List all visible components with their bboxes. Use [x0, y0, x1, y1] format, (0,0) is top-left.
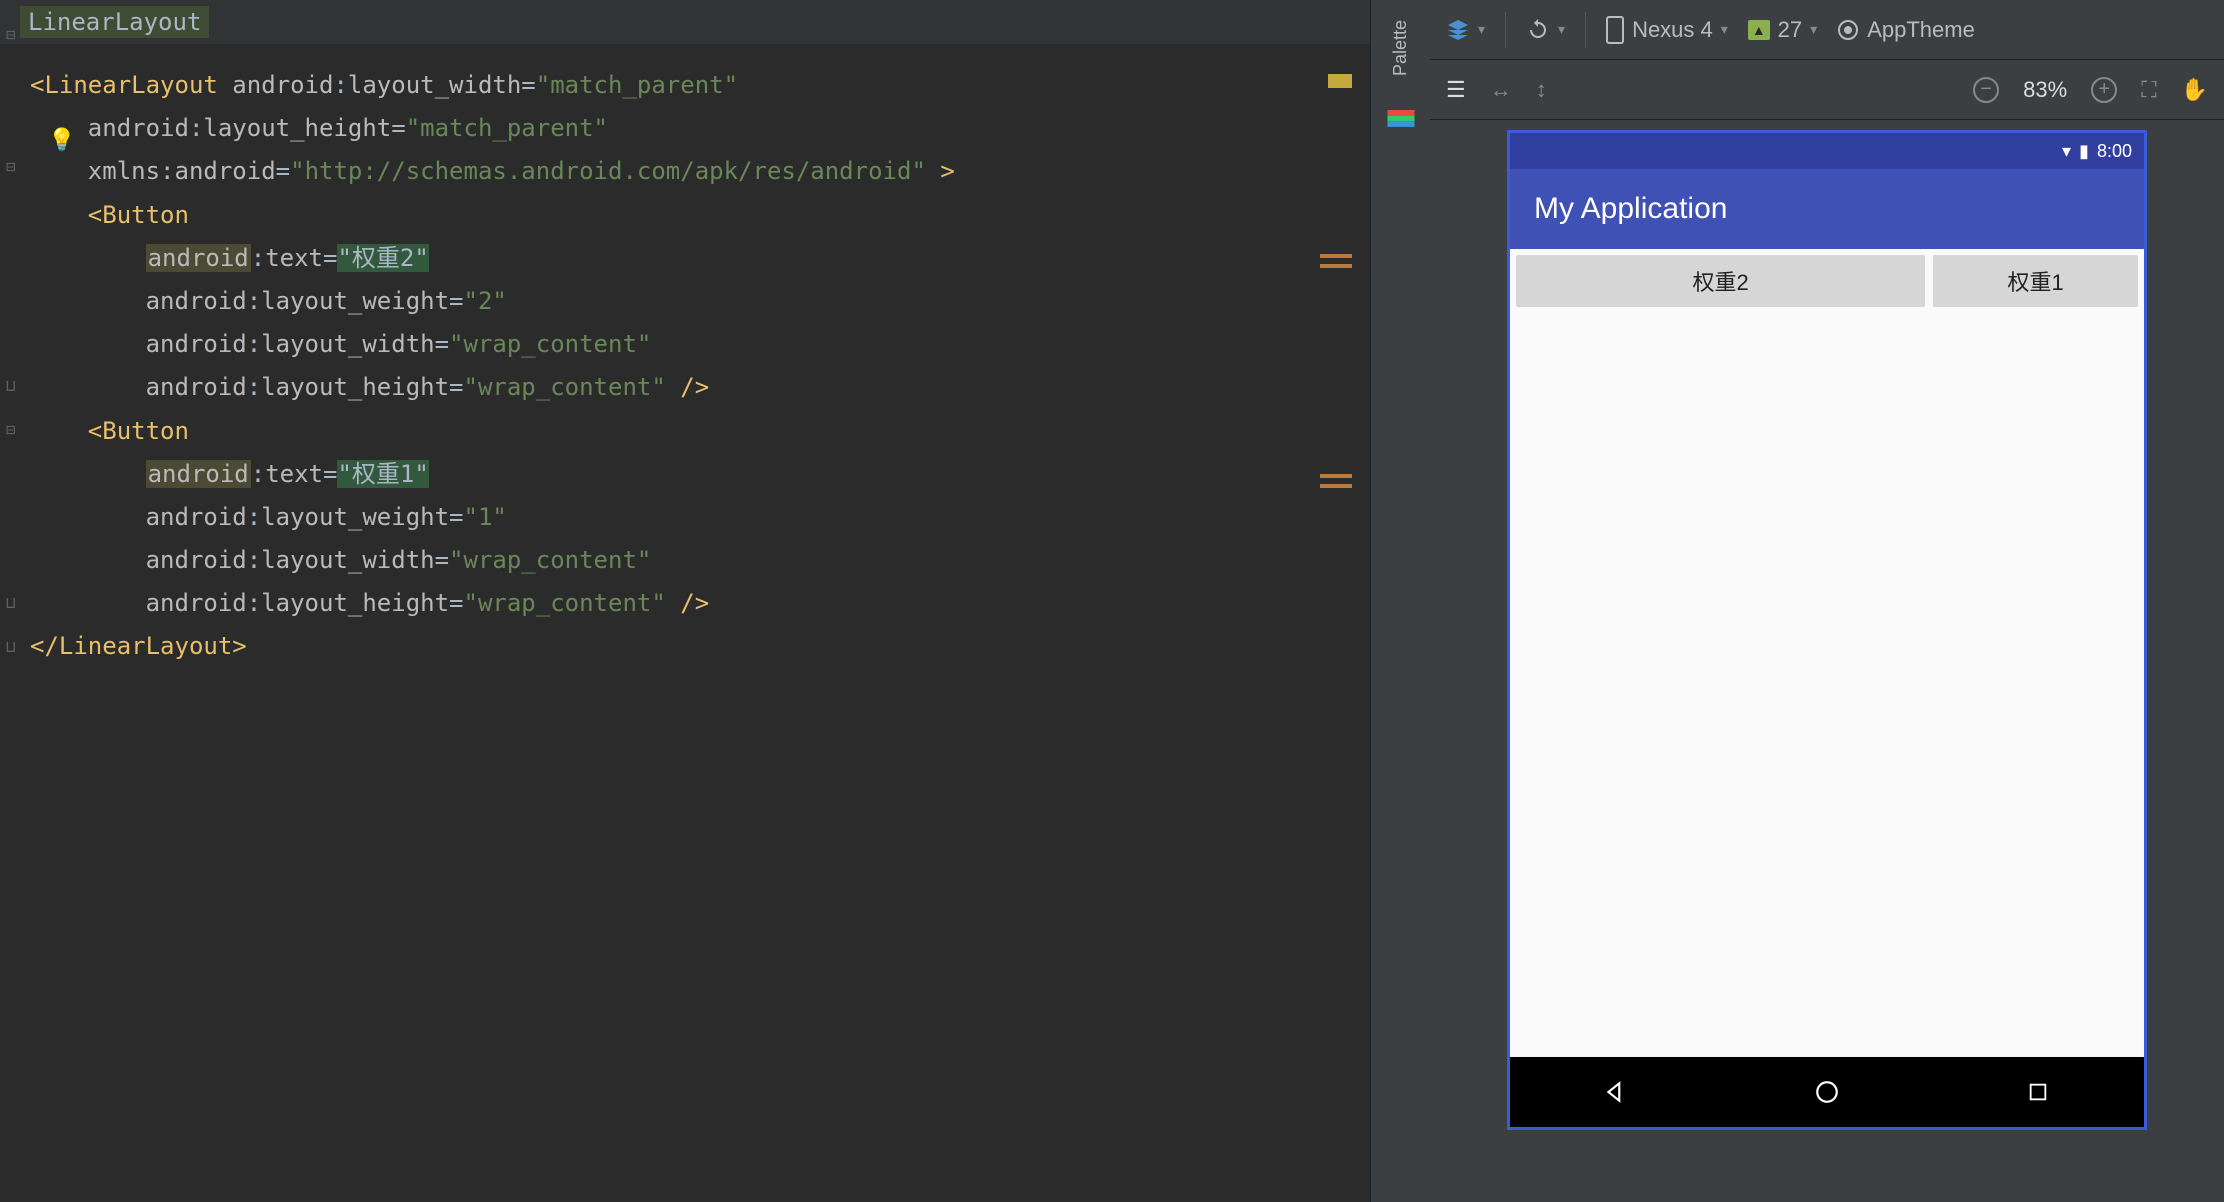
layers-icon: [1446, 18, 1470, 42]
chevron-down-icon: ▾: [1478, 21, 1485, 38]
device-dropdown[interactable]: Nexus 4 ▾: [1606, 16, 1728, 44]
palette-sidebar: Palette: [1370, 0, 1430, 1202]
nav-bar: [1510, 1057, 2144, 1127]
preview-button-weight2[interactable]: 权重2: [1516, 255, 1925, 307]
separator: [1585, 12, 1586, 48]
theme-name: AppTheme: [1867, 17, 1975, 43]
nav-back-icon[interactable]: [1596, 1072, 1636, 1112]
status-bar: ▾ ▮ 8:00: [1510, 133, 2144, 169]
theme-dropdown[interactable]: AppTheme: [1837, 17, 1975, 43]
nav-home-icon[interactable]: [1807, 1072, 1847, 1112]
palette-icon: [1387, 110, 1415, 128]
palette-tab[interactable]: Palette: [1390, 20, 1411, 76]
app-title: My Application: [1534, 192, 1727, 226]
chevron-down-icon: ▾: [1810, 21, 1817, 38]
chevron-down-icon: ▾: [1558, 21, 1565, 38]
nav-recent-icon[interactable]: [2018, 1072, 2058, 1112]
zoom-level: 83%: [2023, 77, 2067, 103]
preview-toolbar: ▾ ▾ Nexus 4 ▾ ▲ 27 ▾ AppTheme: [1430, 0, 2224, 60]
editor-pane: LinearLayout ⊟ ⊟ ⊔ ⊟ ⊔ ⊔ 💡 <LinearLayout…: [0, 0, 1370, 1202]
api-level: 27: [1778, 17, 1802, 43]
clock: 8:00: [2097, 141, 2132, 162]
device-content: 权重2 权重1: [1510, 249, 2144, 1057]
resize-vertical-icon[interactable]: ↕: [1536, 77, 1547, 103]
breadcrumb-item[interactable]: LinearLayout: [20, 6, 209, 38]
resize-horizontal-icon[interactable]: ↔: [1490, 77, 1512, 103]
code-editor[interactable]: <LinearLayout android:layout_width="matc…: [0, 44, 1370, 689]
wifi-icon: ▾: [2062, 141, 2071, 162]
zoom-in-button[interactable]: +: [2091, 77, 2117, 103]
fold-icon[interactable]: ⊟: [6, 25, 16, 44]
theme-icon: [1837, 19, 1859, 41]
breadcrumb[interactable]: LinearLayout: [0, 0, 1370, 44]
fit-screen-icon[interactable]: ⛶: [2141, 77, 2156, 103]
pan-icon[interactable]: ✋: [2181, 77, 2208, 103]
api-dropdown[interactable]: ▲ 27 ▾: [1748, 17, 1817, 43]
zoom-out-button[interactable]: −: [1973, 77, 1999, 103]
separator: [1505, 12, 1506, 48]
orientation-dropdown[interactable]: ▾: [1526, 18, 1565, 42]
layers-dropdown[interactable]: ▾: [1446, 18, 1485, 42]
app-bar: My Application: [1510, 169, 2144, 249]
preview-controls: ☰ ↔ ↕ − 83% + ⛶ ✋: [1430, 60, 2224, 120]
phone-icon: [1606, 16, 1624, 44]
chevron-down-icon: ▾: [1721, 21, 1728, 38]
android-icon: ▲: [1748, 20, 1770, 40]
device-preview[interactable]: ▾ ▮ 8:00 My Application 权重2 权重1: [1507, 130, 2147, 1130]
view-mode-icon[interactable]: ☰: [1446, 77, 1466, 103]
preview-button-weight1[interactable]: 权重1: [1933, 255, 2138, 307]
preview-pane: ▾ ▾ Nexus 4 ▾ ▲ 27 ▾ AppTheme ☰ ↔ ↕ − 83…: [1430, 0, 2224, 1202]
rotate-icon: [1526, 18, 1550, 42]
battery-icon: ▮: [2079, 141, 2089, 162]
device-name: Nexus 4: [1632, 17, 1713, 43]
